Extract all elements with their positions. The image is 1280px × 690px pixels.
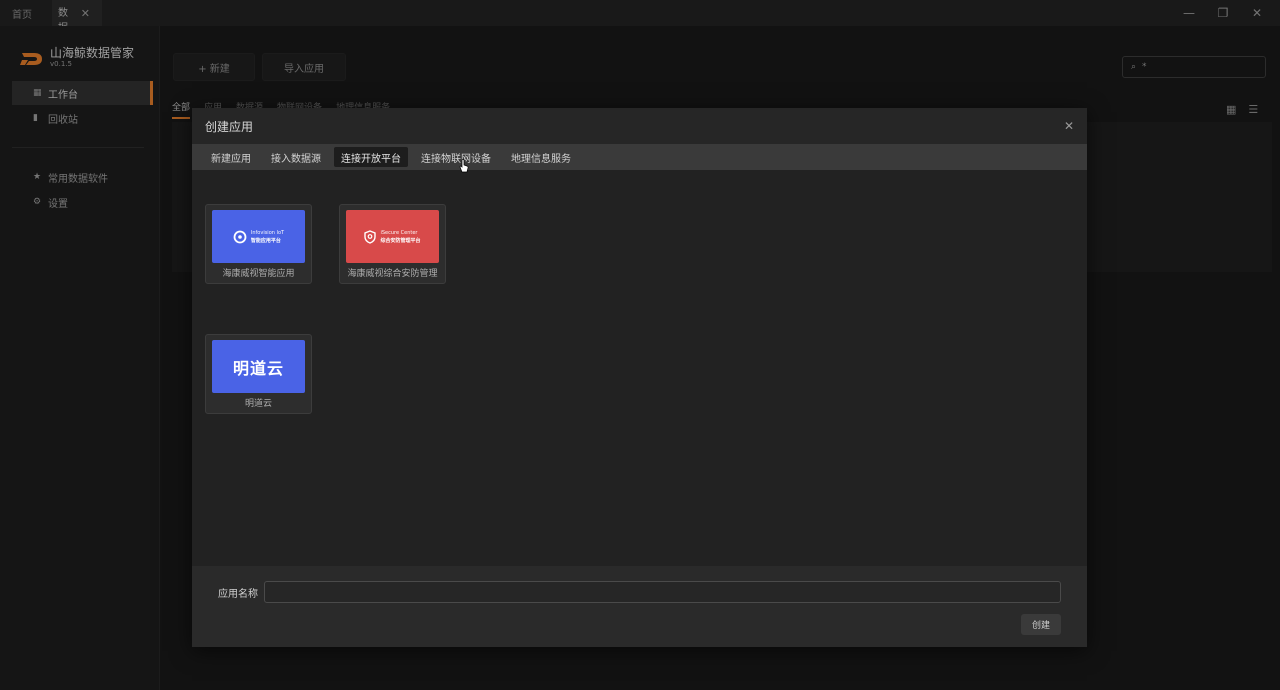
platform-card-mingdao[interactable]: 明道云 明道云 bbox=[205, 334, 312, 414]
app-name-label: 应用名称 bbox=[218, 589, 258, 600]
tab-open-platform[interactable]: 连接开放平台 bbox=[334, 147, 408, 167]
card-caption: 海康威视智能应用 bbox=[222, 269, 295, 279]
platform-grid: Infovision IoT 智能应用平台 海康威视智能应用 iSecure C… bbox=[192, 170, 1087, 566]
tab-connect-datasource[interactable]: 接入数据源 bbox=[264, 147, 328, 167]
platform-card-hik-security[interactable]: iSecure Center 综合安防管理平台 海康威视综合安防管理 bbox=[339, 204, 446, 284]
thumb-line2: 智能应用平台 bbox=[250, 237, 281, 244]
thumb-text: 明道云 bbox=[232, 358, 284, 378]
card-thumbnail: 明道云 bbox=[212, 340, 305, 393]
target-icon bbox=[233, 230, 247, 243]
card-caption: 明道云 bbox=[244, 399, 272, 409]
create-app-dialog: 创建应用 ✕ 新建应用 接入数据源 连接开放平台 连接物联网设备 地理信息服务 … bbox=[192, 108, 1087, 647]
card-thumbnail: iSecure Center 综合安防管理平台 bbox=[346, 210, 439, 263]
dialog-title: 创建应用 bbox=[205, 119, 254, 134]
thumb-line2: 综合安防管理平台 bbox=[380, 237, 421, 244]
card-caption: 海康威视综合安防管理 bbox=[347, 269, 438, 279]
tab-new-app[interactable]: 新建应用 bbox=[204, 147, 258, 167]
close-icon[interactable]: ✕ bbox=[1063, 120, 1075, 132]
dialog-footer: 应用名称 创建 bbox=[192, 566, 1087, 647]
tab-iot-device[interactable]: 连接物联网设备 bbox=[414, 147, 498, 167]
shield-icon bbox=[364, 229, 377, 244]
app-name-input[interactable] bbox=[264, 581, 1061, 603]
platform-card-hik-iot[interactable]: Infovision IoT 智能应用平台 海康威视智能应用 bbox=[205, 204, 312, 284]
dialog-tabs: 新建应用 接入数据源 连接开放平台 连接物联网设备 地理信息服务 bbox=[192, 144, 1087, 170]
tab-gis-service[interactable]: 地理信息服务 bbox=[504, 147, 578, 167]
create-button[interactable]: 创建 bbox=[1021, 614, 1061, 635]
hand-cursor-icon bbox=[459, 159, 469, 173]
thumb-line1: iSecure Center bbox=[380, 229, 418, 236]
thumb-line1: Infovision IoT bbox=[250, 229, 285, 236]
card-thumbnail: Infovision IoT 智能应用平台 bbox=[212, 210, 305, 263]
